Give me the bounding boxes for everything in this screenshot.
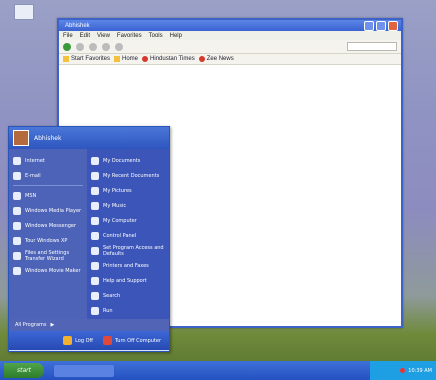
browser-titlebar: Abhishek xyxy=(59,20,401,31)
start-menu-header: Abhishek xyxy=(9,127,169,149)
start-menu-footer: Log Off Turn Off Computer xyxy=(9,331,169,350)
arrow-right-icon: ▶ xyxy=(50,322,55,328)
log-off-button[interactable]: Log Off xyxy=(63,336,93,345)
favorite-link[interactable]: Hindustan Times xyxy=(142,56,195,62)
computer-icon xyxy=(91,216,99,225)
menu-item-email[interactable]: E-mail xyxy=(9,168,87,183)
menu-item-internet[interactable]: Internet xyxy=(9,153,87,168)
menu-item-transfer-wizard[interactable]: Files and Settings Transfer Wizard xyxy=(9,248,87,263)
minimize-button[interactable] xyxy=(364,20,374,31)
taskbar: start 10:39 AM xyxy=(0,361,436,380)
turn-off-button[interactable]: Turn Off Computer xyxy=(102,336,161,345)
web-icon xyxy=(198,56,205,62)
menu-item-media-player[interactable]: Windows Media Player xyxy=(9,203,87,218)
menu-file[interactable]: File xyxy=(63,33,73,39)
clock: 10:39 AM xyxy=(408,367,432,374)
menu-view[interactable]: View xyxy=(97,33,110,39)
menu-item-help[interactable]: Help and Support xyxy=(87,273,169,288)
desktop-icon[interactable] xyxy=(14,4,34,20)
folder-icon xyxy=(114,56,121,62)
menu-edit[interactable]: Edit xyxy=(80,33,90,39)
menu-item-program-access[interactable]: Set Program Access and Defaults xyxy=(87,243,169,258)
start-menu: Abhishek Internet E-mail MSN Windows Med… xyxy=(8,126,170,352)
back-button[interactable] xyxy=(63,42,71,51)
menu-bar: File Edit View Favorites Tools Help xyxy=(59,31,401,40)
home-button[interactable] xyxy=(115,42,123,51)
control-panel-icon xyxy=(91,231,99,240)
menu-item-run[interactable]: Run xyxy=(87,303,169,318)
web-icon xyxy=(142,56,149,62)
menu-item-my-music[interactable]: My Music xyxy=(87,198,169,213)
forward-button[interactable] xyxy=(76,42,84,51)
favorite-link[interactable]: Start Favorites xyxy=(63,56,110,62)
menu-item-search[interactable]: Search xyxy=(87,288,169,303)
pinned-programs: Internet E-mail MSN Windows Media Player… xyxy=(9,149,87,319)
separator xyxy=(13,185,83,186)
folder-icon xyxy=(91,186,99,195)
messenger-icon xyxy=(13,221,21,230)
menu-item-recent-documents[interactable]: My Recent Documents xyxy=(87,168,169,183)
menu-item-msn[interactable]: MSN xyxy=(9,188,87,203)
settings-icon xyxy=(91,246,99,255)
browser-icon xyxy=(13,156,21,165)
all-programs-button[interactable]: All Programs ▶ xyxy=(9,319,169,331)
avatar xyxy=(13,130,29,146)
folder-icon xyxy=(91,171,99,180)
msn-icon xyxy=(13,191,21,200)
run-icon xyxy=(91,306,99,315)
key-icon xyxy=(63,336,73,345)
address-bar[interactable] xyxy=(347,42,397,51)
taskbar-window-button[interactable] xyxy=(54,364,114,377)
refresh-button[interactable] xyxy=(102,42,110,51)
window-title: Abhishek xyxy=(65,22,90,29)
power-icon xyxy=(102,336,112,345)
media-player-icon xyxy=(13,206,21,215)
star-icon xyxy=(63,56,69,62)
menu-item-my-computer[interactable]: My Computer xyxy=(87,213,169,228)
folder-icon xyxy=(91,156,99,165)
browser-toolbar xyxy=(59,40,401,54)
menu-item-tour[interactable]: Tour Windows XP xyxy=(9,233,87,248)
menu-help[interactable]: Help xyxy=(170,33,182,39)
menu-item-my-documents[interactable]: My Documents xyxy=(87,153,169,168)
transfer-icon xyxy=(13,251,21,260)
menu-favorites[interactable]: Favorites xyxy=(117,33,142,39)
movie-icon xyxy=(13,266,21,275)
menu-item-printers[interactable]: Printers and Faxes xyxy=(87,258,169,273)
search-icon xyxy=(91,291,99,300)
system-tray: 10:39 AM xyxy=(370,361,436,380)
menu-item-control-panel[interactable]: Control Panel xyxy=(87,228,169,243)
close-button[interactable] xyxy=(388,20,398,31)
menu-item-movie-maker[interactable]: Windows Movie Maker xyxy=(9,263,87,278)
menu-tools[interactable]: Tools xyxy=(149,33,163,39)
folder-icon xyxy=(91,201,99,210)
favorite-link[interactable]: Home xyxy=(114,56,138,62)
favorites-bar: Start Favorites Home Hindustan Times Zee… xyxy=(59,54,401,65)
help-icon xyxy=(91,276,99,285)
system-places: My Documents My Recent Documents My Pict… xyxy=(87,149,169,319)
start-button[interactable]: start xyxy=(4,363,44,378)
mail-icon xyxy=(13,171,21,180)
menu-item-my-pictures[interactable]: My Pictures xyxy=(87,183,169,198)
user-name: Abhishek xyxy=(34,134,62,142)
maximize-button[interactable] xyxy=(376,20,386,31)
tray-icon[interactable] xyxy=(400,368,406,373)
menu-item-messenger[interactable]: Windows Messenger xyxy=(9,218,87,233)
tour-icon xyxy=(13,236,21,245)
printer-icon xyxy=(91,261,99,270)
favorite-link[interactable]: Zee News xyxy=(198,56,234,62)
stop-button[interactable] xyxy=(89,42,97,51)
